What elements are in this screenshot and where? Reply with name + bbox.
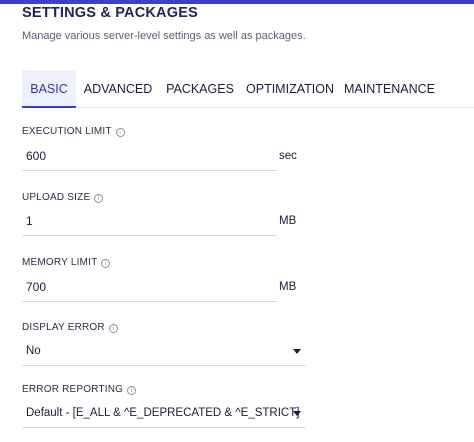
info-icon[interactable]: i [127, 386, 137, 395]
upload-size-unit: MB [279, 215, 297, 227]
info-icon[interactable]: i [94, 194, 104, 203]
top-accent-bar [0, 0, 474, 4]
chevron-down-icon [293, 349, 301, 354]
execution-limit-label-text: EXECUTION LIMIT [22, 126, 112, 137]
upload-size-input[interactable]: 1 [22, 210, 277, 236]
tab-optimization[interactable]: OPTIMIZATION [244, 70, 336, 108]
tab-packages[interactable]: PACKAGES [164, 70, 236, 108]
page-subtitle: Manage various server-level settings as … [22, 30, 306, 42]
tab-basic[interactable]: BASIC [22, 70, 76, 108]
error-reporting-label-text: ERROR REPORTING [22, 384, 124, 395]
error-reporting-label: ERROR REPORTING i [22, 384, 137, 395]
tab-advanced[interactable]: ADVANCED [80, 70, 156, 108]
execution-limit-value: 600 [26, 149, 47, 163]
display-error-label: DISPLAY ERROR i [22, 322, 118, 333]
settings-tabs: BASIC ADVANCED PACKAGES OPTIMIZATION MAI… [22, 70, 474, 108]
display-error-label-text: DISPLAY ERROR [22, 322, 105, 333]
execution-limit-label: EXECUTION LIMIT i [22, 126, 125, 137]
upload-size-label: UPLOAD SIZE i [22, 192, 104, 203]
upload-size-label-text: UPLOAD SIZE [22, 192, 91, 203]
info-icon[interactable]: i [115, 128, 125, 137]
upload-size-value: 1 [26, 214, 33, 228]
memory-limit-unit: MB [279, 281, 297, 293]
execution-limit-input[interactable]: 600 [22, 145, 277, 171]
chevron-down-icon [293, 411, 301, 416]
page-title: SETTINGS & PACKAGES [22, 5, 198, 21]
error-reporting-select[interactable]: Default - [E_ALL & ^E_DEPRECATED & ^E_ST… [22, 402, 306, 428]
display-error-value: No [26, 345, 41, 357]
memory-limit-input[interactable]: 700 [22, 276, 277, 302]
memory-limit-label-text: MEMORY LIMIT [22, 257, 98, 268]
info-icon[interactable]: i [101, 259, 111, 268]
tab-maintenance[interactable]: MAINTENANCE [344, 70, 435, 108]
display-error-select[interactable]: No [22, 340, 306, 366]
error-reporting-value: Default - [E_ALL & ^E_DEPRECATED & ^E_ST… [26, 407, 300, 419]
memory-limit-value: 700 [26, 280, 47, 294]
execution-limit-unit: sec [279, 150, 297, 162]
memory-limit-label: MEMORY LIMIT i [22, 257, 111, 268]
info-icon[interactable]: i [108, 324, 118, 333]
